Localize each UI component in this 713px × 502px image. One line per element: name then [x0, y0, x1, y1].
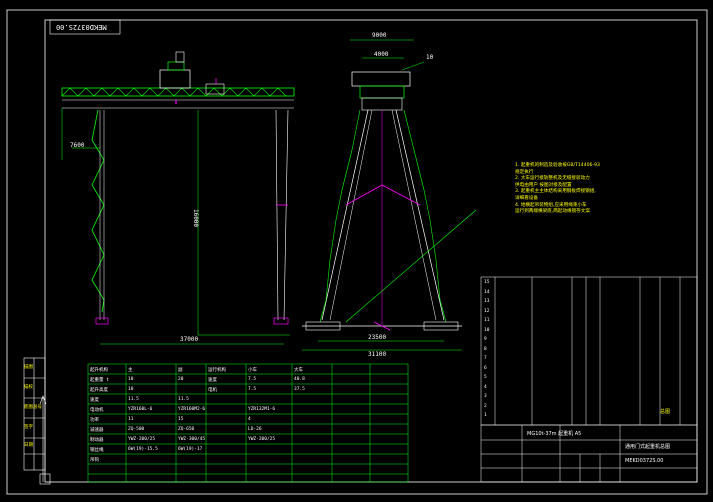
param-cell: YWZ-200/25 — [128, 437, 156, 442]
bom-row-number: 12 — [484, 308, 490, 314]
title-name: 通用门式起重机总图 — [625, 444, 671, 450]
sidebar-label: 日期 — [24, 443, 33, 448]
bom-row-number: 4 — [484, 384, 487, 390]
param-cell: 制动器 — [90, 438, 104, 443]
param-cell: YZR160M2-6 — [178, 407, 206, 412]
bom-row-number: 14 — [484, 289, 490, 295]
bom-row-number: 7 — [484, 356, 487, 361]
param-cell: 减速器 — [90, 428, 104, 433]
bom-row-number: 8 — [484, 346, 487, 352]
param-header-cell: 主 — [128, 368, 133, 373]
bom-row-number: 15 — [484, 280, 490, 285]
param-cell: 11.5 — [178, 397, 189, 402]
bom-row-number: 5 — [484, 375, 487, 380]
bom-row-number: 13 — [484, 299, 490, 304]
param-cell: 37.5 — [294, 387, 305, 392]
sidebar-label: 签字 — [24, 425, 33, 430]
sidebar-label: 描校 — [24, 385, 33, 390]
bom-row-number: 10 — [484, 327, 490, 333]
bom-row-number: 1 — [484, 413, 487, 418]
dim-left-overhang: 7600 — [70, 142, 85, 149]
param-cell: YZR132M1-6 — [248, 407, 276, 412]
param-cell: 钢丝绳 — [90, 448, 104, 453]
param-cell: 7.5 — [248, 377, 257, 382]
param-cell: 11.5 — [128, 397, 139, 402]
bom-row-number: 9 — [484, 337, 487, 342]
param-header-cell: 起升机构 — [90, 368, 108, 373]
note-line: 2. 大车运行接轨整机及无缝接驳动力 — [515, 176, 590, 182]
param-cell: 起重量 t — [90, 378, 109, 383]
param-cell: 11 — [128, 417, 134, 422]
param-cell: YZR160L-6 — [128, 407, 153, 412]
param-cell: 6W(19)-17 — [178, 447, 203, 452]
param-cell: 4 — [248, 417, 251, 422]
param-cell: 7.5 — [248, 387, 257, 392]
sidebar-label: 描图 — [24, 365, 33, 370]
part-ref-label: 10 — [426, 54, 434, 61]
param-cell: ZQ-650 — [178, 427, 195, 432]
dim-height: 16000 — [192, 208, 200, 228]
note-line: 详细看设备 — [515, 195, 538, 201]
param-header-cell: 运行机构 — [208, 368, 226, 373]
note-line: 1. 起重机的制造及验收按GB/T14406-93 — [515, 163, 600, 168]
param-cell: ZQ-500 — [128, 427, 145, 432]
param-cell: YWZ-200/25 — [248, 437, 276, 442]
dim-base-inner: 23500 — [368, 334, 387, 341]
title-model: MG10t-37m 起重机 A5 — [527, 431, 582, 437]
param-cell: 15 — [178, 417, 184, 422]
param-cell: LD-26 — [248, 427, 262, 432]
title-drawing-no: MEKD0372S.00 — [625, 458, 664, 464]
param-cell: YWZ-300/45 — [178, 437, 206, 442]
bom-row-number: 11 — [484, 318, 490, 323]
stamp-text: MEKD0372S.00 — [56, 23, 107, 31]
note-line: 运行到两端横梁底,两起动缘锁存文案 — [515, 209, 590, 215]
dim-span: 37000 — [180, 336, 199, 343]
param-cell: 电机 — [208, 388, 217, 393]
param-header-cell: 副 — [178, 368, 183, 373]
dim-base-outer: 31100 — [368, 351, 387, 358]
technical-notes: 1. 起重机的制造及验收按GB/T14406-93 规定执行 2. 大车运行接轨… — [515, 163, 645, 216]
param-cell: 40.8 — [294, 377, 305, 382]
param-cell: 电动机 — [90, 408, 104, 413]
param-cell: 速度 — [208, 378, 217, 383]
param-cell: 20 — [178, 377, 184, 382]
note-line: 3. 起重机主主体结构采用钢板焊接钢组, — [515, 189, 596, 195]
bom-row-number: 2 — [484, 403, 487, 409]
sidebar-label: 底图总号 — [24, 405, 42, 410]
dim-top-inner: 4000 — [374, 51, 389, 58]
bom-row-number: 6 — [484, 365, 487, 371]
param-cell: 起升高度 — [90, 388, 108, 393]
param-cell: 10 — [128, 377, 134, 382]
bom-row-number: 3 — [484, 394, 487, 399]
param-cell: 速度 — [90, 398, 99, 403]
dim-top-width: 9000 — [372, 32, 387, 39]
param-cell: 6W(19)-15.5 — [128, 447, 158, 452]
param-cell: 吊钩 — [90, 458, 99, 463]
cad-drawing-canvas[interactable] — [0, 0, 713, 502]
param-header-cell: 大车 — [294, 368, 303, 373]
param-cell: 功率 — [90, 418, 99, 423]
param-cell: 10 — [128, 387, 134, 392]
title-header-stamp: 总图 — [660, 409, 671, 415]
param-header-cell: 小车 — [248, 368, 257, 373]
